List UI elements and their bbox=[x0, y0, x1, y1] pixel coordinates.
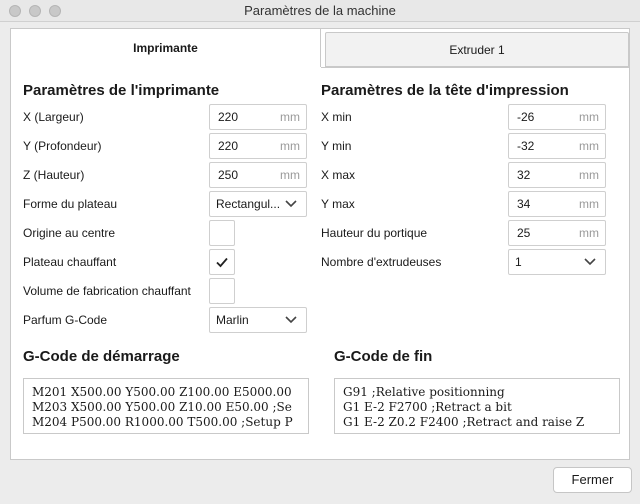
x-max-value: 32 bbox=[517, 168, 531, 182]
origin-center-label: Origine au centre bbox=[23, 226, 116, 240]
z-height-value: 250 bbox=[218, 168, 239, 182]
heated-bed-label: Plateau chauffant bbox=[23, 255, 117, 269]
heated-volume-label: Volume de fabrication chauffant bbox=[23, 284, 191, 298]
y-min-value: -32 bbox=[517, 139, 535, 153]
extruder-count-value: 1 bbox=[515, 255, 522, 269]
y-max-value: 34 bbox=[517, 197, 531, 211]
start-gcode-line: M204 P500.00 R1000.00 T500.00 ;Setup P bbox=[32, 415, 293, 429]
heated-volume-checkbox[interactable] bbox=[209, 278, 235, 304]
build-plate-label: Forme du plateau bbox=[23, 197, 118, 211]
y-min-unit: mm bbox=[579, 139, 599, 153]
z-height-unit: mm bbox=[280, 168, 300, 182]
x-max-label: X max bbox=[321, 168, 356, 182]
chevron-down-icon bbox=[584, 258, 596, 266]
chevron-down-icon bbox=[285, 316, 297, 324]
end-gcode-title: G-Code de fin bbox=[334, 348, 433, 365]
start-gcode-line: M203 X500.00 Y500.00 Z10.00 E50.00 ;Se bbox=[32, 400, 292, 414]
gantry-height-field[interactable]: 25 mm bbox=[508, 220, 606, 246]
start-gcode-title: G-Code de démarrage bbox=[23, 348, 180, 365]
x-width-label: X (Largeur) bbox=[23, 110, 84, 124]
printer-settings-title: Paramètres de l'imprimante bbox=[23, 82, 220, 99]
tab-extruder-1[interactable]: Extruder 1 bbox=[325, 32, 629, 67]
close-button[interactable]: Fermer bbox=[553, 467, 632, 493]
y-max-unit: mm bbox=[579, 197, 599, 211]
y-depth-unit: mm bbox=[280, 139, 300, 153]
z-height-label: Z (Hauteur) bbox=[23, 168, 85, 182]
gantry-height-value: 25 bbox=[517, 226, 531, 240]
window-title: Paramètres de la machine bbox=[244, 3, 396, 18]
x-min-field[interactable]: -26 mm bbox=[508, 104, 606, 130]
tab-divider bbox=[321, 67, 629, 68]
z-height-field[interactable]: 250 mm bbox=[209, 162, 307, 188]
y-depth-field[interactable]: 220 mm bbox=[209, 133, 307, 159]
gantry-height-unit: mm bbox=[579, 226, 599, 240]
y-max-label: Y max bbox=[321, 197, 355, 211]
y-min-field[interactable]: -32 mm bbox=[508, 133, 606, 159]
build-plate-select[interactable]: Rectangul... bbox=[209, 191, 307, 217]
origin-center-checkbox[interactable] bbox=[209, 220, 235, 246]
settings-panel: Imprimante Extruder 1 Paramètres de l'im… bbox=[10, 28, 630, 460]
extruder-count-select[interactable]: 1 bbox=[508, 249, 606, 275]
x-max-unit: mm bbox=[579, 168, 599, 182]
x-max-field[interactable]: 32 mm bbox=[508, 162, 606, 188]
x-min-label: X min bbox=[321, 110, 352, 124]
y-depth-label: Y (Profondeur) bbox=[23, 139, 102, 153]
printhead-settings-title: Paramètres de la tête d'impression bbox=[321, 82, 569, 99]
checkmark-icon bbox=[216, 257, 228, 268]
heated-bed-checkbox[interactable] bbox=[209, 249, 235, 275]
y-depth-value: 220 bbox=[218, 139, 239, 153]
gcode-flavor-label: Parfum G-Code bbox=[23, 313, 108, 327]
x-width-value: 220 bbox=[218, 110, 239, 124]
x-min-unit: mm bbox=[579, 110, 599, 124]
end-gcode-editor[interactable]: G91 ;Relative positionning G1 E-2 F2700 … bbox=[334, 378, 620, 434]
gantry-height-label: Hauteur du portique bbox=[321, 226, 428, 240]
chevron-down-icon bbox=[285, 200, 297, 208]
y-max-field[interactable]: 34 mm bbox=[508, 191, 606, 217]
end-gcode-line: G1 E-2 Z0.2 F2400 ;Retract and raise Z bbox=[343, 415, 585, 429]
end-gcode-line: G91 ;Relative positionning bbox=[343, 385, 505, 399]
y-min-label: Y min bbox=[321, 139, 352, 153]
end-gcode-line: G1 E-2 F2700 ;Retract a bit bbox=[343, 400, 512, 414]
start-gcode-line: M201 X500.00 Y500.00 Z100.00 E5000.00 bbox=[32, 385, 292, 399]
start-gcode-editor[interactable]: M201 X500.00 Y500.00 Z100.00 E5000.00 M2… bbox=[23, 378, 309, 434]
tab-imprimante[interactable]: Imprimante bbox=[11, 29, 321, 67]
gcode-flavor-select[interactable]: Marlin bbox=[209, 307, 307, 333]
x-min-value: -26 bbox=[517, 110, 535, 124]
build-plate-value: Rectangul... bbox=[216, 197, 281, 211]
title-bar: Paramètres de la machine bbox=[0, 0, 640, 22]
x-width-unit: mm bbox=[280, 110, 300, 124]
x-width-field[interactable]: 220 mm bbox=[209, 104, 307, 130]
gcode-flavor-value: Marlin bbox=[216, 313, 249, 327]
extruder-count-label: Nombre d'extrudeuses bbox=[321, 255, 442, 269]
